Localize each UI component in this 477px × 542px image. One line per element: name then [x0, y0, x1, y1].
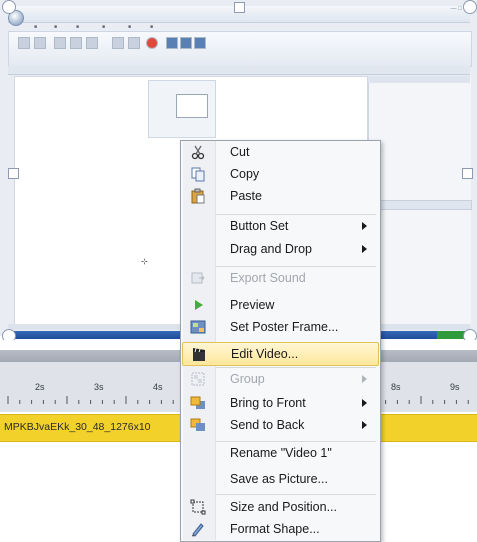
menu-separator [216, 494, 376, 495]
menu-item-send-to-back[interactable]: Send to Back [182, 414, 377, 436]
menu-item-label: Group [230, 372, 265, 386]
copy-icon [190, 166, 206, 182]
group-icon [190, 371, 206, 387]
video-clip-label: MPKBJvaEKk_30_48_1276x10 [4, 421, 151, 433]
menu-item-drag-and-drop[interactable]: Drag and Drop [182, 238, 377, 260]
paste-icon [190, 188, 206, 204]
ribbon-tab[interactable]: ■ [76, 24, 79, 30]
menu-item-label: Format Shape... [230, 522, 320, 536]
menu-item-export-sound: Export Sound [182, 267, 377, 289]
poster-frame-icon [190, 319, 206, 335]
bring-to-front-icon [190, 395, 206, 411]
resize-handle-top-left[interactable] [2, 0, 16, 14]
export-sound-icon [190, 270, 206, 286]
menu-item-label: Drag and Drop [230, 242, 312, 256]
timeline-tick-label: 3s [94, 382, 104, 392]
menu-item-label: Button Set [230, 219, 289, 233]
ribbon-tab[interactable]: ■ [54, 24, 57, 30]
menu-item-label: Save as Picture... [230, 472, 328, 486]
menu-item-label: Edit Video... [231, 347, 299, 361]
resize-handle-top[interactable] [234, 2, 245, 13]
timeline-tick-label: 2s [35, 382, 45, 392]
ribbon-button-icon[interactable] [194, 37, 206, 49]
ribbon-button-icon[interactable] [112, 37, 124, 49]
right-pane-toolbar [378, 200, 472, 210]
submenu-arrow-icon [362, 421, 367, 429]
size-position-icon [190, 499, 206, 515]
send-to-back-icon [190, 417, 206, 433]
menu-item-label: Preview [230, 298, 275, 312]
timeline-tick-label: 9s [450, 382, 460, 392]
menu-item-label: Bring to Front [230, 396, 306, 410]
menu-item-set-poster-frame[interactable]: Set Poster Frame... [182, 316, 377, 338]
scissors-icon [190, 144, 206, 160]
text-cursor-icon: ⊹ [141, 257, 148, 266]
menu-item-edit-video[interactable]: Edit Video... [182, 342, 379, 366]
menu-item-rename-video-1[interactable]: Rename "Video 1" [182, 442, 377, 464]
ribbon-button-icon[interactable] [128, 37, 140, 49]
ribbon-button-icon[interactable] [86, 37, 98, 49]
menu-item-label: Size and Position... [230, 500, 338, 514]
timeline-tick-label: 4s [153, 382, 163, 392]
menu-item-group: Group [182, 368, 377, 390]
ribbon-button-icon[interactable] [34, 37, 46, 49]
resize-handle-top-right[interactable] [463, 0, 477, 14]
submenu-arrow-icon [362, 245, 367, 253]
ribbon-button-icon[interactable] [18, 37, 30, 49]
resize-handle-left[interactable] [8, 168, 19, 179]
menu-item-cut[interactable]: Cut [182, 141, 377, 163]
ribbon-button-icon[interactable] [54, 37, 66, 49]
format-shape-icon [190, 521, 206, 537]
right-pane-header [368, 76, 470, 83]
ribbon-button-icon[interactable] [166, 37, 178, 49]
ribbon-tab[interactable]: ■ [150, 24, 153, 30]
menu-item-label: Copy [230, 167, 260, 181]
menu-item-label: Paste [230, 189, 262, 203]
play-icon [190, 297, 206, 313]
ribbon-button-icon[interactable] [70, 37, 82, 49]
menu-item-copy[interactable]: Copy [182, 163, 377, 185]
menu-item-bring-to-front[interactable]: Bring to Front [182, 392, 377, 414]
menu-item-preview[interactable]: Preview [182, 294, 377, 316]
resize-handle-right[interactable] [462, 168, 473, 179]
menu-item-format-shape[interactable]: Format Shape... [182, 518, 377, 540]
ribbon-tab[interactable]: ■ [102, 24, 105, 30]
submenu-arrow-icon [362, 399, 367, 407]
menu-item-label: Cut [230, 145, 250, 159]
menu-item-save-as-picture[interactable]: Save as Picture... [182, 468, 377, 490]
slide-thumbnail[interactable] [176, 94, 208, 118]
timeline-tick-label: 8s [391, 382, 401, 392]
menu-item-label: Export Sound [230, 271, 306, 285]
menu-item-size-and-position[interactable]: Size and Position... [182, 496, 377, 518]
menu-item-paste[interactable]: Paste [182, 185, 377, 207]
ribbon-tab[interactable]: ■ [128, 24, 131, 30]
clapperboard-icon [191, 346, 207, 362]
menu-item-label: Rename "Video 1" [230, 446, 332, 460]
submenu-arrow-icon [362, 375, 367, 383]
menu-item-label: Send to Back [230, 418, 305, 432]
menu-item-label: Set Poster Frame... [230, 320, 339, 334]
ribbon-button-icon[interactable] [180, 37, 192, 49]
ribbon-tab[interactable]: ■ [34, 24, 37, 30]
menu-item-button-set[interactable]: Button Set [182, 215, 377, 237]
submenu-arrow-icon [362, 222, 367, 230]
record-icon[interactable] [146, 37, 158, 49]
document-tab-strip [8, 66, 470, 75]
